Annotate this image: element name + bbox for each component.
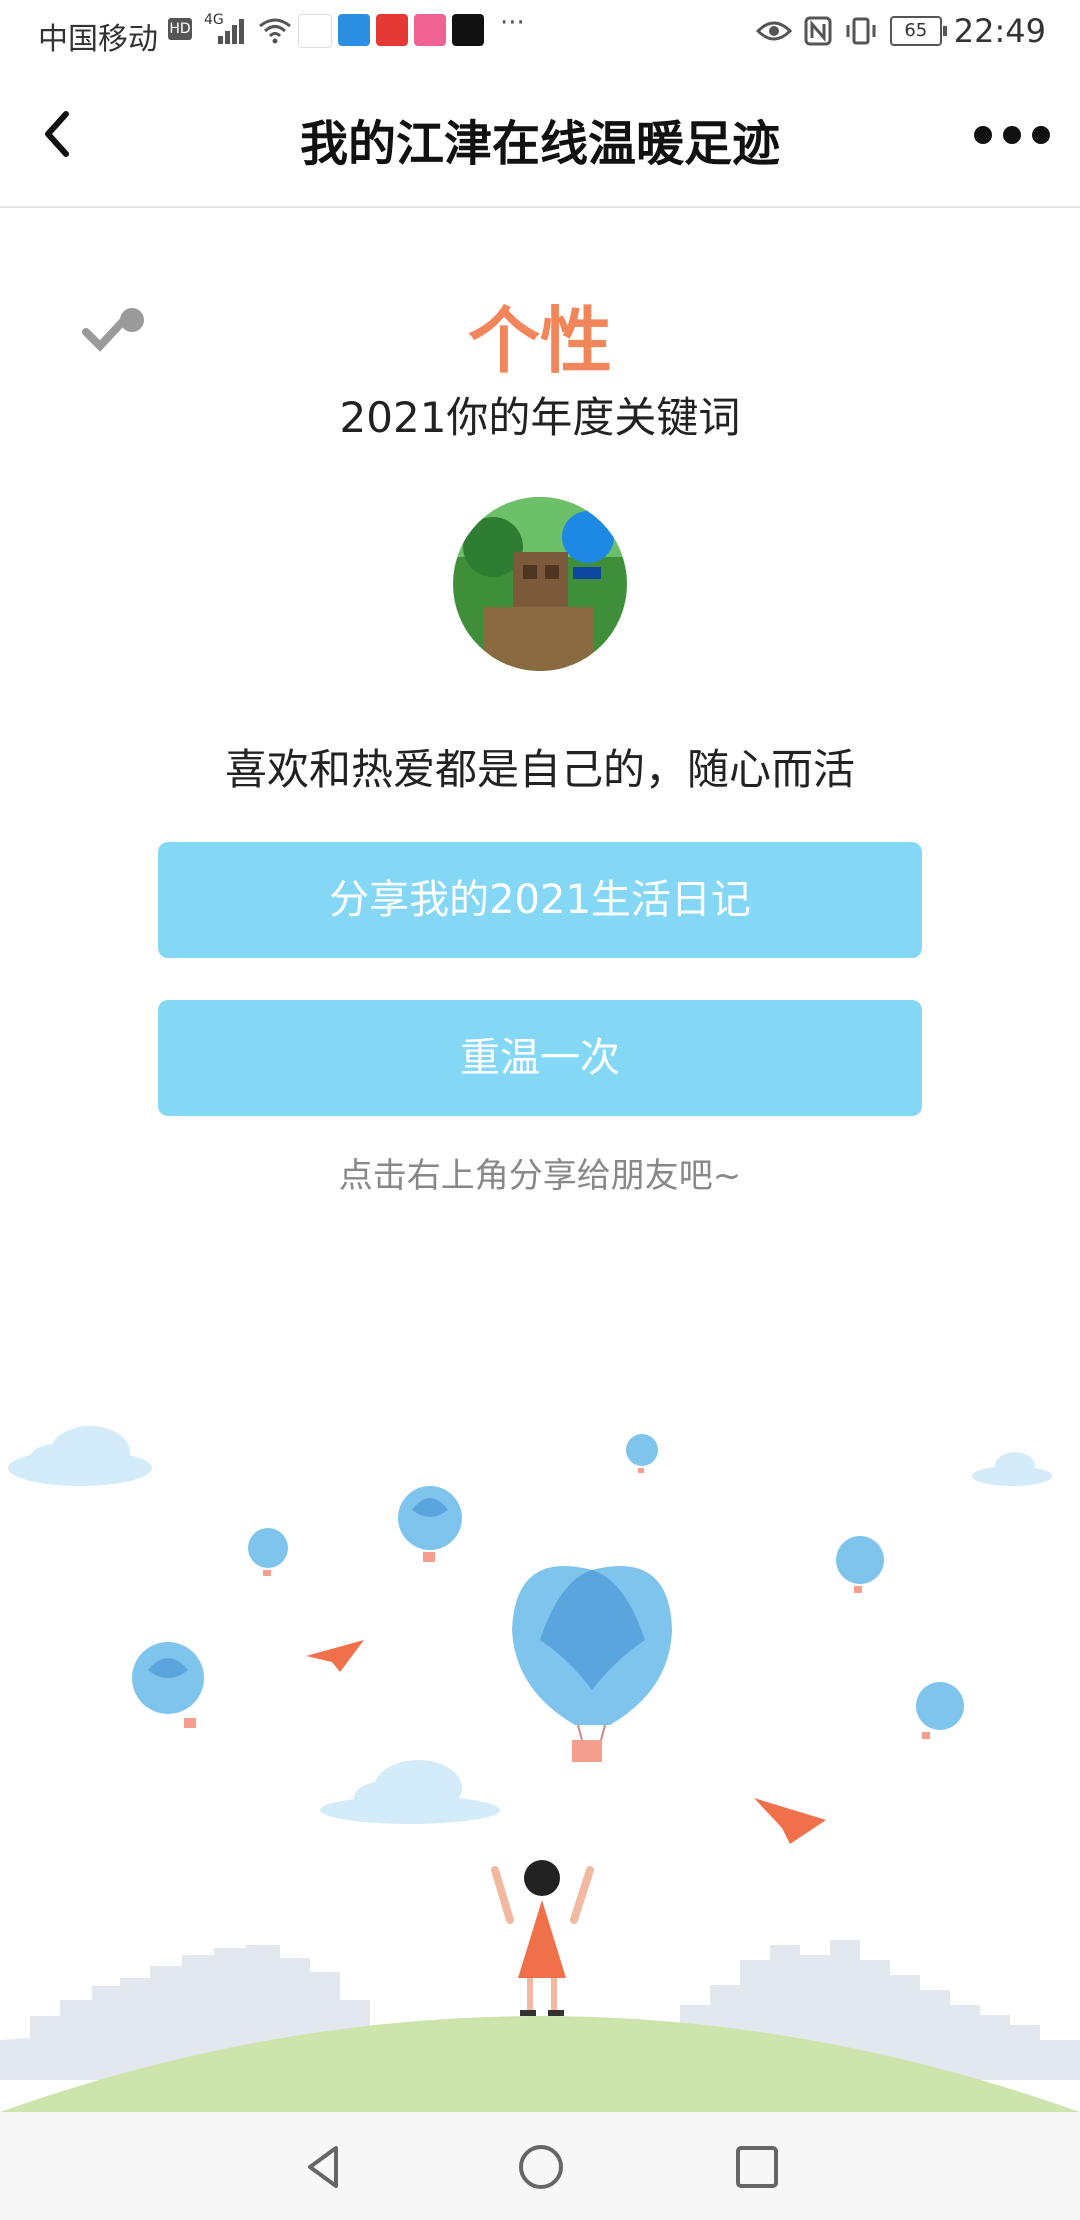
notification-icons — [298, 14, 484, 48]
dot-icon — [1032, 126, 1050, 144]
app-notification-icon — [414, 14, 446, 46]
girl-figure — [491, 1860, 594, 2016]
balloon-icon — [132, 1642, 204, 1728]
cloud-icon — [972, 1452, 1052, 1486]
balloon-icon — [398, 1486, 462, 1562]
tiktok-icon — [452, 14, 484, 46]
eye-icon — [755, 21, 792, 41]
balloon-icon — [836, 1536, 884, 1593]
more-menu-button[interactable] — [974, 120, 1050, 150]
balloon-icon — [916, 1682, 964, 1739]
nav-back-icon[interactable] — [298, 2140, 352, 2194]
cloud-icon — [320, 1760, 500, 1824]
nav-recents-icon[interactable] — [730, 2140, 784, 2194]
avatar — [453, 497, 627, 671]
page-title: 我的江津在线温暖足迹 — [299, 116, 780, 172]
app-notification-icon — [376, 14, 408, 46]
clock: 22:49 — [953, 12, 1046, 50]
paper-plane-icon — [306, 1640, 364, 1672]
nav-home-icon[interactable] — [514, 2140, 568, 2194]
balloon-icon — [248, 1528, 288, 1576]
status-bar: 中国移动 HD 4G ··· 65 22:49 — [0, 0, 1080, 64]
motto-text: 喜欢和热爱都是自己的，随心而活 — [224, 745, 855, 794]
balloon-illustration — [0, 1426, 1080, 2112]
app-notification-icon — [298, 14, 332, 48]
battery-icon: 65 — [889, 16, 947, 46]
signal-icon — [218, 18, 248, 44]
cloud-icon — [8, 1426, 152, 1486]
share-hint: 点击右上角分享给朋友吧~ — [338, 1156, 742, 1196]
system-nav-bar — [0, 2112, 1080, 2220]
paper-plane-icon — [754, 1798, 826, 1844]
wifi-icon — [259, 18, 291, 44]
replay-button[interactable]: 重温一次 — [158, 1000, 922, 1116]
app-header: 我的江津在线温暖足迹 — [0, 64, 1080, 208]
keyword-subtitle: 2021你的年度关键词 — [339, 393, 741, 442]
dot-icon — [1003, 126, 1021, 144]
share-diary-button[interactable]: 分享我的2021生活日记 — [158, 842, 922, 958]
nfc-icon — [804, 16, 832, 46]
hd-badge: HD — [168, 18, 192, 40]
balloon-icon — [626, 1434, 658, 1473]
app-notification-icon — [338, 14, 370, 46]
keyword-title: 个性 — [467, 299, 612, 383]
carrier-label: 中国移动 — [38, 22, 158, 57]
vibrate-icon — [846, 17, 876, 45]
balloon-icon — [512, 1566, 672, 1762]
status-right: 65 22:49 — [755, 12, 1046, 50]
page: 中国移动 HD 4G ··· 65 22:49 我的江津在线温暖足迹 个性 20… — [0, 0, 1080, 2220]
more-notifications-icon: ··· — [500, 8, 525, 38]
dot-icon — [974, 126, 992, 144]
